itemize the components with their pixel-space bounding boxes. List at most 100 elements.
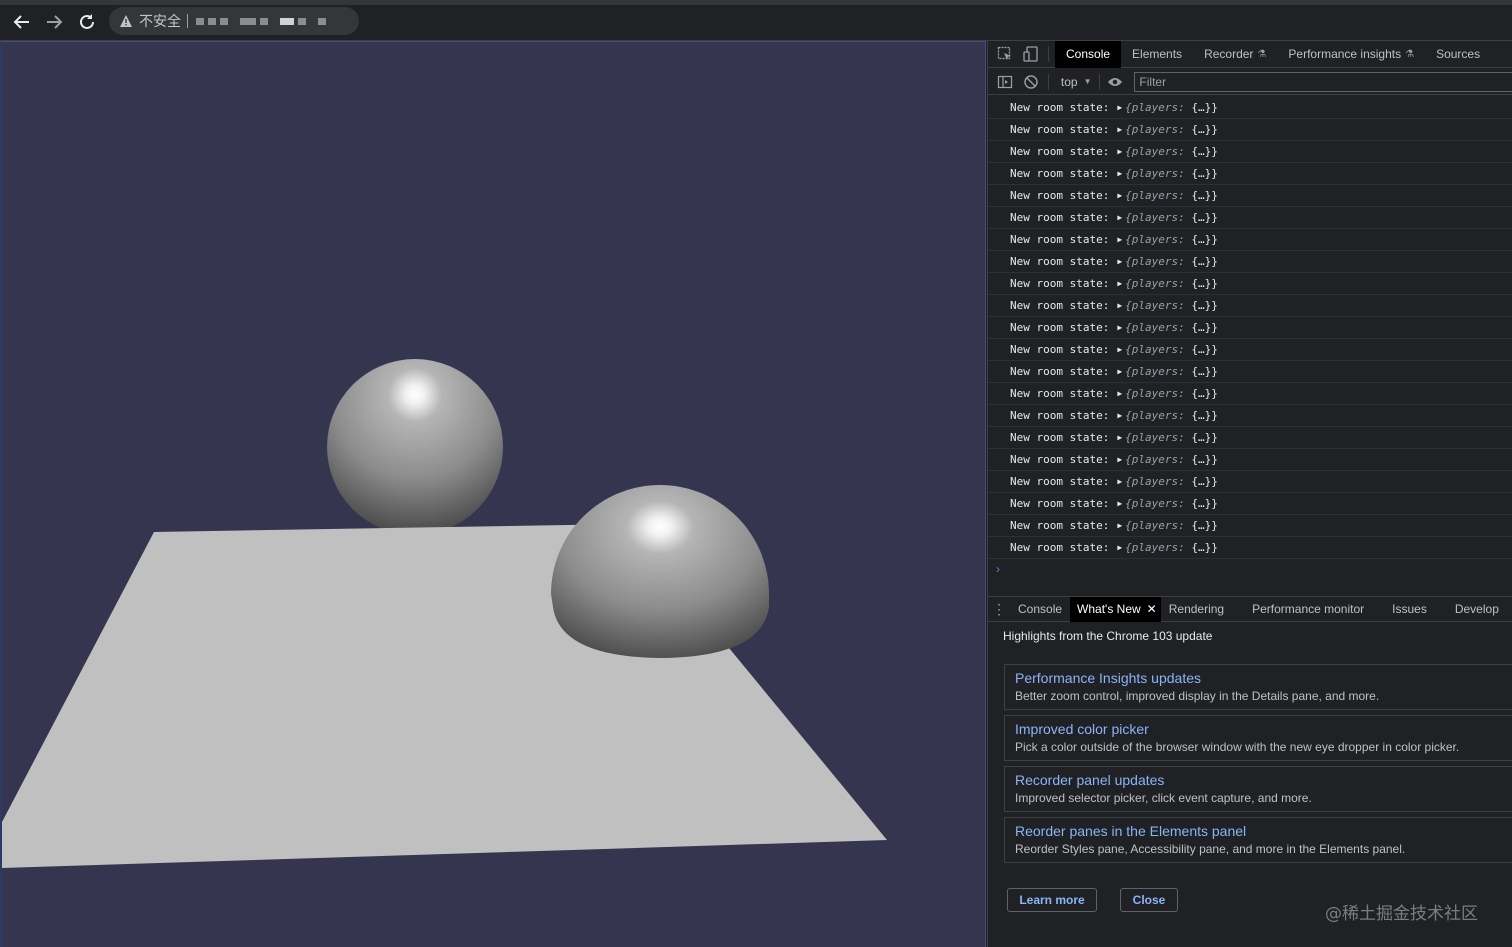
console-prompt-icon[interactable]: ›: [996, 562, 1000, 576]
live-expression-button[interactable]: [1106, 73, 1124, 91]
learn-more-button[interactable]: Learn more: [1007, 888, 1097, 912]
filter-input[interactable]: Filter: [1134, 71, 1512, 92]
log-object-preview[interactable]: {players: {…}}: [1125, 475, 1218, 488]
console-message-row[interactable]: New room state: ▶ {players: {…}}: [988, 427, 1512, 449]
log-object-preview[interactable]: {players: {…}}: [1125, 497, 1218, 510]
expand-triangle-icon[interactable]: ▶: [1117, 235, 1122, 244]
console-message-row[interactable]: New room state: ▶ {players: {…}}: [988, 361, 1512, 383]
device-toolbar-button[interactable]: [1022, 45, 1040, 63]
drawer-tab-issues[interactable]: Issues: [1378, 597, 1441, 622]
card-title[interactable]: Recorder panel updates: [1015, 771, 1512, 789]
expand-triangle-icon[interactable]: ▶: [1117, 125, 1122, 134]
log-object-preview[interactable]: {players: {…}}: [1125, 123, 1218, 136]
expand-triangle-icon[interactable]: ▶: [1117, 521, 1122, 530]
inspect-element-button[interactable]: [996, 45, 1014, 63]
console-message-row[interactable]: New room state: ▶ {players: {…}}: [988, 449, 1512, 471]
close-button[interactable]: Close: [1120, 888, 1178, 912]
reload-button[interactable]: [75, 10, 99, 34]
console-message-row[interactable]: New room state: ▶ {players: {…}}: [988, 405, 1512, 427]
expand-triangle-icon[interactable]: ▶: [1117, 213, 1122, 222]
console-message-row[interactable]: New room state: ▶ {players: {…}}: [988, 295, 1512, 317]
expand-triangle-icon[interactable]: ▶: [1117, 257, 1122, 266]
log-object-preview[interactable]: {players: {…}}: [1125, 189, 1218, 202]
sidebar-toggle-button[interactable]: [996, 73, 1014, 91]
log-object-preview[interactable]: {players: {…}}: [1125, 299, 1218, 312]
drawer-tab-rendering[interactable]: Rendering: [1161, 597, 1238, 622]
webgl-canvas[interactable]: [2, 42, 986, 947]
log-object-preview[interactable]: {players: {…}}: [1125, 101, 1218, 114]
card-title[interactable]: Reorder panes in the Elements panel: [1015, 822, 1512, 840]
log-object-preview[interactable]: {players: {…}}: [1125, 409, 1218, 422]
console-message-row[interactable]: New room state: ▶ {players: {…}}: [988, 471, 1512, 493]
log-object-preview[interactable]: {players: {…}}: [1125, 321, 1218, 334]
expand-triangle-icon[interactable]: ▶: [1117, 279, 1122, 288]
log-object-preview[interactable]: {players: {…}}: [1125, 211, 1218, 224]
log-object-preview[interactable]: {players: {…}}: [1125, 541, 1218, 554]
log-object-preview[interactable]: {players: {…}}: [1125, 431, 1218, 444]
console-message-row[interactable]: New room state: ▶ {players: {…}}: [988, 317, 1512, 339]
console-message-row[interactable]: New room state: ▶ {players: {…}}: [988, 97, 1512, 119]
expand-triangle-icon[interactable]: ▶: [1117, 499, 1122, 508]
expand-triangle-icon[interactable]: ▶: [1117, 301, 1122, 310]
drawer-tab-whats-new[interactable]: What's New ✕: [1070, 596, 1161, 622]
expand-triangle-icon[interactable]: ▶: [1117, 191, 1122, 200]
expand-triangle-icon[interactable]: ▶: [1117, 477, 1122, 486]
drawer-tab-developer-resources[interactable]: Develop: [1441, 597, 1499, 622]
whats-new-card[interactable]: Reorder panes in the Elements panel Reor…: [1004, 817, 1512, 863]
drawer-tab-performance-monitor[interactable]: Performance monitor: [1238, 597, 1378, 622]
context-selector[interactable]: top ▼: [1061, 75, 1092, 89]
console-message-row[interactable]: New room state: ▶ {players: {…}}: [988, 383, 1512, 405]
expand-triangle-icon[interactable]: ▶: [1117, 411, 1122, 420]
card-title[interactable]: Performance Insights updates: [1015, 669, 1512, 687]
expand-triangle-icon[interactable]: ▶: [1117, 433, 1122, 442]
close-icon[interactable]: ✕: [1147, 597, 1157, 622]
tab-console[interactable]: Console: [1055, 41, 1122, 68]
log-object-preview[interactable]: {players: {…}}: [1125, 343, 1218, 356]
console-message-row[interactable]: New room state: ▶ {players: {…}}: [988, 207, 1512, 229]
whats-new-card[interactable]: Recorder panel updates Improved selector…: [1004, 766, 1512, 812]
console-message-row[interactable]: New room state: ▶ {players: {…}}: [988, 515, 1512, 537]
expand-triangle-icon[interactable]: ▶: [1117, 345, 1122, 354]
log-object-preview[interactable]: {players: {…}}: [1125, 365, 1218, 378]
log-object-preview[interactable]: {players: {…}}: [1125, 167, 1218, 180]
expand-triangle-icon[interactable]: ▶: [1117, 103, 1122, 112]
expand-triangle-icon[interactable]: ▶: [1117, 543, 1122, 552]
card-title[interactable]: Improved color picker: [1015, 720, 1512, 738]
tab-performance-insights[interactable]: Performance insights ⚗: [1277, 41, 1425, 68]
log-object-preview[interactable]: {players: {…}}: [1125, 453, 1218, 466]
drawer-tab-console[interactable]: Console: [1010, 597, 1070, 622]
console-message-row[interactable]: New room state: ▶ {players: {…}}: [988, 141, 1512, 163]
console-message-row[interactable]: New room state: ▶ {players: {…}}: [988, 339, 1512, 361]
expand-triangle-icon[interactable]: ▶: [1117, 323, 1122, 332]
tab-elements[interactable]: Elements: [1121, 41, 1193, 68]
log-object-preview[interactable]: {players: {…}}: [1125, 145, 1218, 158]
expand-triangle-icon[interactable]: ▶: [1117, 389, 1122, 398]
expand-triangle-icon[interactable]: ▶: [1117, 367, 1122, 376]
forward-button[interactable]: [42, 10, 66, 34]
log-object-preview[interactable]: {players: {…}}: [1125, 277, 1218, 290]
expand-triangle-icon[interactable]: ▶: [1117, 455, 1122, 464]
log-object-preview[interactable]: {players: {…}}: [1125, 233, 1218, 246]
console-message-row[interactable]: New room state: ▶ {players: {…}}: [988, 185, 1512, 207]
tab-recorder[interactable]: Recorder ⚗: [1193, 41, 1277, 68]
expand-triangle-icon[interactable]: ▶: [1117, 169, 1122, 178]
clear-console-button[interactable]: [1022, 73, 1040, 91]
log-object-preview[interactable]: {players: {…}}: [1125, 255, 1218, 268]
page-viewport[interactable]: [0, 41, 986, 947]
console-message-row[interactable]: New room state: ▶ {players: {…}}: [988, 163, 1512, 185]
whats-new-card[interactable]: Performance Insights updates Better zoom…: [1004, 664, 1512, 710]
log-object-preview[interactable]: {players: {…}}: [1125, 387, 1218, 400]
console-message-row[interactable]: New room state: ▶ {players: {…}}: [988, 493, 1512, 515]
whats-new-card[interactable]: Improved color picker Pick a color outsi…: [1004, 715, 1512, 761]
tab-sources[interactable]: Sources: [1425, 41, 1491, 68]
back-button[interactable]: [10, 10, 34, 34]
more-options-icon[interactable]: ⋮: [988, 596, 1010, 622]
console-message-row[interactable]: New room state: ▶ {players: {…}}: [988, 229, 1512, 251]
console-message-row[interactable]: New room state: ▶ {players: {…}}: [988, 537, 1512, 559]
console-message-row[interactable]: New room state: ▶ {players: {…}}: [988, 273, 1512, 295]
console-message-row[interactable]: New room state: ▶ {players: {…}}: [988, 251, 1512, 273]
address-bar[interactable]: 不安全: [109, 7, 359, 35]
console-message-row[interactable]: New room state: ▶ {players: {…}}: [988, 119, 1512, 141]
expand-triangle-icon[interactable]: ▶: [1117, 147, 1122, 156]
log-object-preview[interactable]: {players: {…}}: [1125, 519, 1218, 532]
